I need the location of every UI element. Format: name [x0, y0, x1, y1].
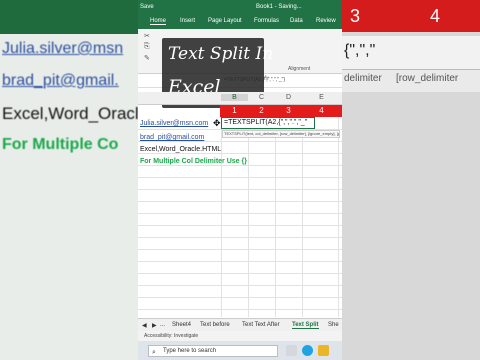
bg-number-4: 4	[430, 6, 441, 26]
column-header-c[interactable]: C	[248, 94, 275, 101]
sheet-tab-text-after[interactable]: Text Text After	[242, 322, 280, 328]
search-icon: ⌕	[152, 349, 156, 356]
bg-text-email-2: brad_pit@gmail.	[2, 72, 119, 89]
title-bar: Save Book1 - Saving...	[138, 0, 342, 15]
alignment-group-label: Alignment	[288, 66, 311, 72]
bg-text-excel: Excel,Word_Oracle	[2, 104, 138, 123]
row-line	[138, 153, 342, 154]
ribbon-tabs: Home Insert Page Layout Formulas Data Re…	[138, 15, 342, 29]
col-line	[338, 117, 339, 317]
row-line	[138, 261, 342, 262]
row-line	[138, 249, 342, 250]
row-line	[138, 165, 342, 166]
right-blurred-panel: 3 4 {","," delimiter [row_delimiter	[342, 0, 480, 360]
sheet-tab-sheet4[interactable]: Sheet4	[172, 322, 191, 328]
red-number-row: 1 2 3 4	[220, 105, 342, 117]
bg-text-multiple: For Multiple Co	[2, 136, 119, 153]
row-line	[138, 273, 342, 274]
taskbar-search[interactable]: ⌕ Type here to search	[148, 345, 278, 357]
col-line	[275, 117, 276, 317]
col-line	[248, 117, 249, 317]
row-line	[138, 297, 342, 298]
file-explorer-icon[interactable]	[318, 345, 329, 356]
autosave-label[interactable]: Save	[140, 4, 154, 10]
row-line	[138, 141, 342, 142]
red-cell-3[interactable]: 3	[275, 106, 302, 115]
function-tooltip: TEXTSPLIT(text, col_delimiter, [row_deli…	[222, 130, 340, 138]
video-frame: Julia.silver@msn brad_pit@gmail. Excel,W…	[0, 0, 480, 360]
bg-header-delimiter: delimiter	[344, 73, 382, 84]
sheet-scroll-left-icon[interactable]: ◀	[142, 322, 147, 329]
row-line	[138, 177, 342, 178]
row-line	[138, 285, 342, 286]
tab-formulas[interactable]: Formulas	[254, 18, 279, 24]
column-headers: B C D E	[138, 92, 342, 105]
sheet-tab-text-before[interactable]: Text before	[200, 322, 230, 328]
tab-review[interactable]: Review	[316, 18, 336, 24]
red-cell-1[interactable]: 1	[221, 106, 248, 115]
left-green-band	[0, 0, 138, 34]
move-cursor-icon: ✥	[213, 118, 221, 128]
tab-data[interactable]: Data	[290, 18, 303, 24]
cell-a3[interactable]: brad_pit@gmail.com	[140, 134, 204, 141]
column-header-d[interactable]: D	[275, 94, 302, 101]
bg-number-3: 3	[350, 6, 361, 26]
format-painter-icon[interactable]: ✎	[144, 54, 150, 62]
row-line	[138, 309, 342, 310]
active-cell-b2[interactable]: =TEXTSPLIT(A2,{",",".","_"	[221, 117, 315, 129]
cell-a5[interactable]: For Multiple Col Delimiter Use {}	[140, 158, 247, 165]
red-cell-4[interactable]: 4	[308, 106, 335, 115]
cell-a4[interactable]: Excel,Word_Oracle.HTML	[140, 146, 221, 153]
row-line	[138, 225, 342, 226]
col-line	[302, 117, 303, 317]
column-header-e[interactable]: E	[308, 94, 335, 101]
bg-formula-strip: {",","	[342, 36, 480, 70]
cell-a2[interactable]: Julia.silver@msn.com	[140, 120, 208, 127]
cut-icon[interactable]: ✂	[144, 32, 150, 40]
accessibility-status[interactable]: Accessibility: Investigate	[144, 333, 198, 339]
column-header-b[interactable]: B	[221, 94, 248, 101]
windows-taskbar: ⌕ Type here to search	[138, 341, 342, 360]
tab-home[interactable]: Home	[150, 18, 167, 25]
excel-phone-view: Save Book1 - Saving... Home Insert Page …	[138, 0, 342, 360]
bg-header-row-delimiter: [row_delimiter	[396, 73, 459, 84]
row-line	[138, 237, 342, 238]
overlay-title-line1: Text Split In	[168, 44, 274, 64]
tab-page-layout[interactable]: Page Layout	[208, 18, 242, 24]
status-bar: Accessibility: Investigate	[138, 331, 342, 341]
right-red-band	[342, 0, 480, 32]
sheet-scroll-right-icon[interactable]: ▶	[152, 322, 157, 329]
copy-icon[interactable]: ⎘	[144, 43, 150, 51]
row-line	[138, 213, 342, 214]
sheet-tab-partial[interactable]: She	[328, 322, 339, 328]
bg-text-email-1: Julia.silver@msn	[2, 40, 124, 57]
sheet-tabs: ◀ ▶ ... Sheet4 Text before Text Text Aft…	[138, 318, 342, 331]
edge-browser-icon[interactable]	[302, 345, 313, 356]
row-line	[138, 189, 342, 190]
red-cell-2[interactable]: 2	[248, 106, 275, 115]
bg-formula-text: {",","	[344, 42, 376, 59]
task-view-icon[interactable]	[286, 345, 297, 356]
bg-header-strip: delimiter [row_delimiter	[342, 70, 480, 92]
taskbar-search-placeholder: Type here to search	[163, 348, 217, 354]
sheet-tab-more[interactable]: ...	[160, 322, 165, 328]
row-line	[138, 201, 342, 202]
sheet-tab-text-split[interactable]: Text Split	[292, 322, 319, 329]
tab-insert[interactable]: Insert	[180, 18, 195, 24]
window-title: Book1 - Saving...	[256, 4, 302, 10]
left-blurred-panel: Julia.silver@msn brad_pit@gmail. Excel,W…	[0, 0, 138, 360]
